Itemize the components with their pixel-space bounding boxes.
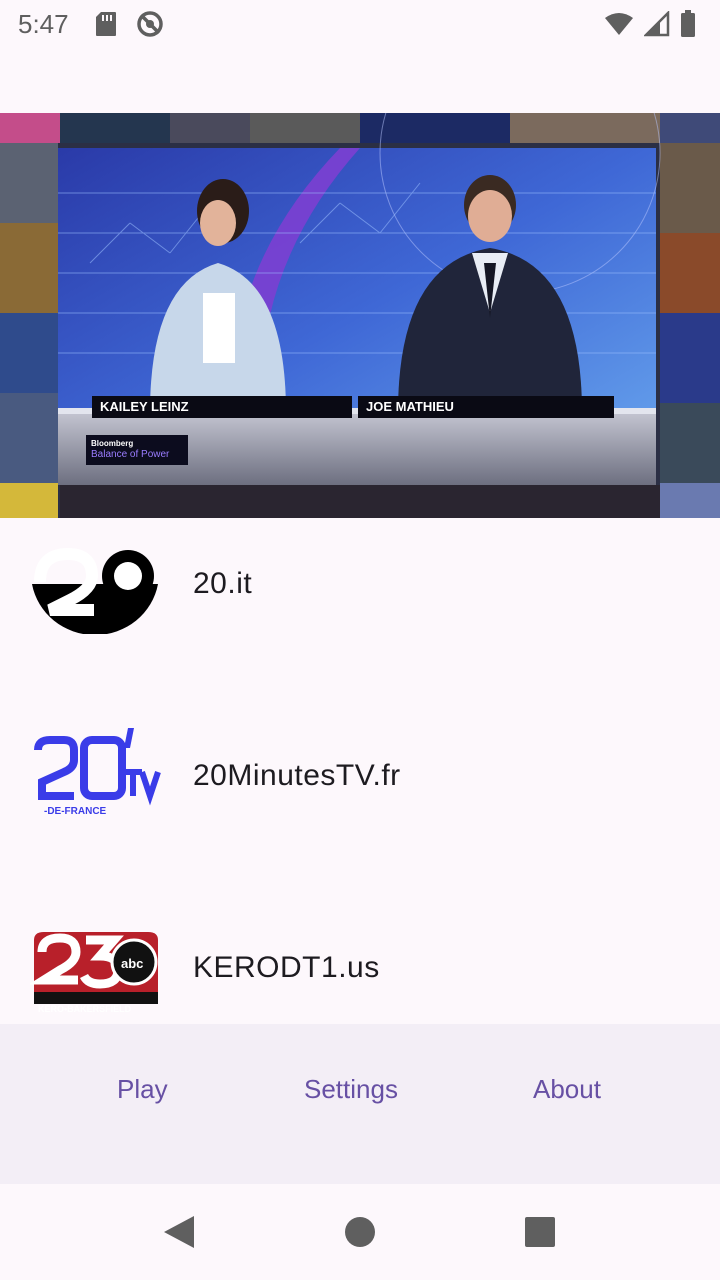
channel-list[interactable]: 20.it -DE-FRANCE 20MinutesTV.fr abc KERO… [0,518,720,1024]
20-it-logo [32,546,160,634]
status-left-icons [95,9,165,39]
status-time: 5:47 [18,8,69,39]
nav-settings[interactable]: Settings [304,1074,398,1105]
home-icon[interactable] [340,1212,380,1252]
wifi-icon [605,13,633,35]
abc-mark: abc [121,956,144,971]
channel-logo: abc KERO•BAKERSFIELD [30,918,162,1018]
show-name: Balance of Power [91,449,170,460]
channel-logo [30,534,162,634]
channel-name: 20.it [193,567,253,600]
recents-icon[interactable] [520,1212,560,1252]
status-bar: 5:47 [0,0,720,48]
lower-third-left: KAILEY LEINZ [100,399,189,414]
channel-row-20minutestv-fr[interactable]: -DE-FRANCE 20MinutesTV.fr [0,680,720,872]
battery-icon [681,10,695,37]
logo-caption: -DE-FRANCE [44,806,107,817]
cell-signal-icon [644,11,670,37]
sync-disabled-icon [136,11,163,37]
bottom-nav: Play Settings About [0,1024,720,1184]
channel-name: 20MinutesTV.fr [193,759,401,792]
channel-row-kerodt1-us[interactable]: abc KERO•BAKERSFIELD KERODT1.us [0,872,720,1024]
sd-card-icon [95,12,116,36]
show-brand: Bloomberg [91,439,134,448]
channel-logo: -DE-FRANCE [30,726,162,826]
nav-play[interactable]: Play [117,1074,168,1105]
nav-about[interactable]: About [533,1074,601,1105]
back-icon[interactable] [160,1212,200,1252]
status-right-icons [604,10,696,38]
system-nav-bar [0,1184,720,1280]
video-player[interactable]: KAILEY LEINZ JOE MATHIEU Bloomberg Balan… [0,113,720,518]
logo-caption: KERO•BAKERSFIELD [38,1004,132,1014]
channel-name: KERODT1.us [193,951,380,984]
app-screen: 5:47 KAILEY LEINZ JOE MATHIEU Bloomberg … [0,0,720,1280]
lower-third-right: JOE MATHIEU [366,399,454,414]
channel-row-20-it[interactable]: 20.it [0,518,720,680]
